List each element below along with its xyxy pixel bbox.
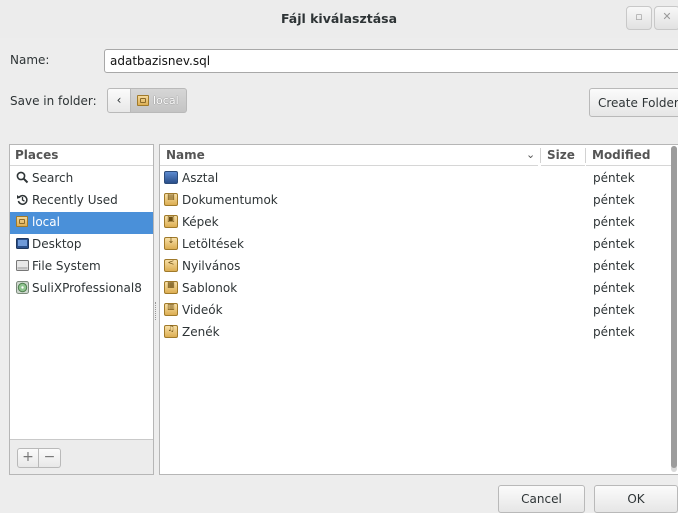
file-row[interactable]: ▣ Képek péntek: [160, 212, 672, 234]
file-name: Letöltések: [182, 237, 244, 251]
videos-folder-icon: ▥: [164, 302, 178, 316]
ok-button[interactable]: OK: [594, 485, 678, 513]
add-bookmark-button[interactable]: +: [17, 448, 39, 468]
file-name: Sablonok: [182, 281, 238, 295]
file-name: Dokumentumok: [182, 193, 278, 207]
remove-bookmark-button[interactable]: −: [39, 448, 61, 468]
place-sulixprofessional8[interactable]: SuliXProfessional8: [10, 278, 153, 300]
column-header-size-label: Size: [547, 148, 575, 162]
file-list-pane: Name ⌄ Size Modified Asztal péntek ▤ Doku…: [159, 144, 678, 475]
music-folder-icon: ♫: [164, 324, 178, 338]
file-modified: péntek: [593, 303, 635, 317]
history-icon: [16, 193, 29, 206]
minus-icon: −: [43, 449, 56, 465]
place-label: File System: [32, 259, 101, 273]
home-folder-icon: [16, 215, 29, 228]
place-label: Search: [32, 171, 74, 185]
close-icon: ✕: [662, 10, 672, 23]
place-local[interactable]: local: [10, 212, 153, 234]
plus-icon: +: [22, 449, 34, 465]
place-recently-used[interactable]: Recently Used: [10, 190, 153, 212]
file-name: Nyilvános: [182, 259, 241, 273]
cancel-button[interactable]: Cancel: [498, 485, 585, 513]
maximize-icon: ▫: [635, 10, 643, 23]
column-header-name-label: Name: [166, 148, 205, 162]
file-modified: péntek: [593, 325, 635, 339]
file-row[interactable]: ↓ Letöltések péntek: [160, 234, 672, 256]
column-header-name[interactable]: Name: [160, 145, 538, 166]
search-icon: [16, 171, 29, 184]
path-back-button[interactable]: ‹: [107, 88, 131, 113]
save-in-folder-label: Save in folder:: [10, 94, 97, 108]
filename-input[interactable]: adatbazisnev.sql: [104, 49, 678, 73]
file-row[interactable]: ▥ Videók péntek: [160, 300, 672, 322]
templates-folder-icon: ▦: [164, 280, 178, 294]
file-row[interactable]: ▦ Sablonok péntek: [160, 278, 672, 300]
places-header[interactable]: Places: [10, 145, 153, 166]
places-toolbar: + −: [10, 439, 153, 474]
file-modified: péntek: [593, 215, 635, 229]
file-name: Asztal: [182, 171, 219, 185]
file-row[interactable]: ♫ Zenék péntek: [160, 322, 672, 344]
pane-resize-handle[interactable]: [155, 302, 159, 320]
place-label: Desktop: [32, 237, 82, 251]
path-bar-label: local: [153, 94, 179, 107]
chevron-left-icon: ‹: [116, 93, 122, 107]
places-pane: Places Search Recently Used local Deskto…: [9, 144, 154, 475]
create-folder-button[interactable]: Create Folder: [589, 88, 678, 117]
column-header-modified-label: Modified: [592, 148, 651, 162]
file-name: Videók: [182, 303, 223, 317]
home-folder-icon: [137, 95, 149, 106]
maximize-button[interactable]: ▫: [626, 6, 652, 30]
place-desktop[interactable]: Desktop: [10, 234, 153, 256]
file-list-scrollbar-thumb[interactable]: [671, 146, 677, 468]
place-label: SuliXProfessional8: [32, 281, 142, 295]
place-file-system[interactable]: File System: [10, 256, 153, 278]
window-title: Fájl kiválasztása: [280, 11, 398, 26]
file-name: Zenék: [182, 325, 220, 339]
place-search[interactable]: Search: [10, 168, 153, 190]
sort-chevron-down-icon: ⌄: [526, 148, 536, 161]
file-row[interactable]: Asztal péntek: [160, 168, 672, 190]
drive-icon: [16, 259, 29, 272]
desktop-icon: [16, 237, 29, 250]
disc-icon: [16, 281, 29, 294]
name-label: Name:: [10, 53, 50, 67]
file-modified: péntek: [593, 171, 635, 185]
column-header-modified[interactable]: Modified: [586, 145, 672, 166]
documents-folder-icon: ▤: [164, 192, 178, 206]
place-label: local: [32, 215, 60, 229]
path-bar-current-folder[interactable]: local: [131, 88, 187, 113]
file-modified: péntek: [593, 193, 635, 207]
file-modified: péntek: [593, 281, 635, 295]
file-modified: péntek: [593, 237, 635, 251]
place-label: Recently Used: [32, 193, 118, 207]
downloads-folder-icon: ↓: [164, 236, 178, 250]
file-name: Képek: [182, 215, 219, 229]
desktop-folder-icon: [164, 171, 178, 184]
column-header-size[interactable]: Size: [541, 145, 585, 166]
file-row[interactable]: ▤ Dokumentumok péntek: [160, 190, 672, 212]
file-modified: péntek: [593, 259, 635, 273]
close-button[interactable]: ✕: [654, 6, 678, 30]
file-row[interactable]: < Nyilvános péntek: [160, 256, 672, 278]
public-folder-icon: <: [164, 258, 178, 272]
pictures-folder-icon: ▣: [164, 214, 178, 228]
